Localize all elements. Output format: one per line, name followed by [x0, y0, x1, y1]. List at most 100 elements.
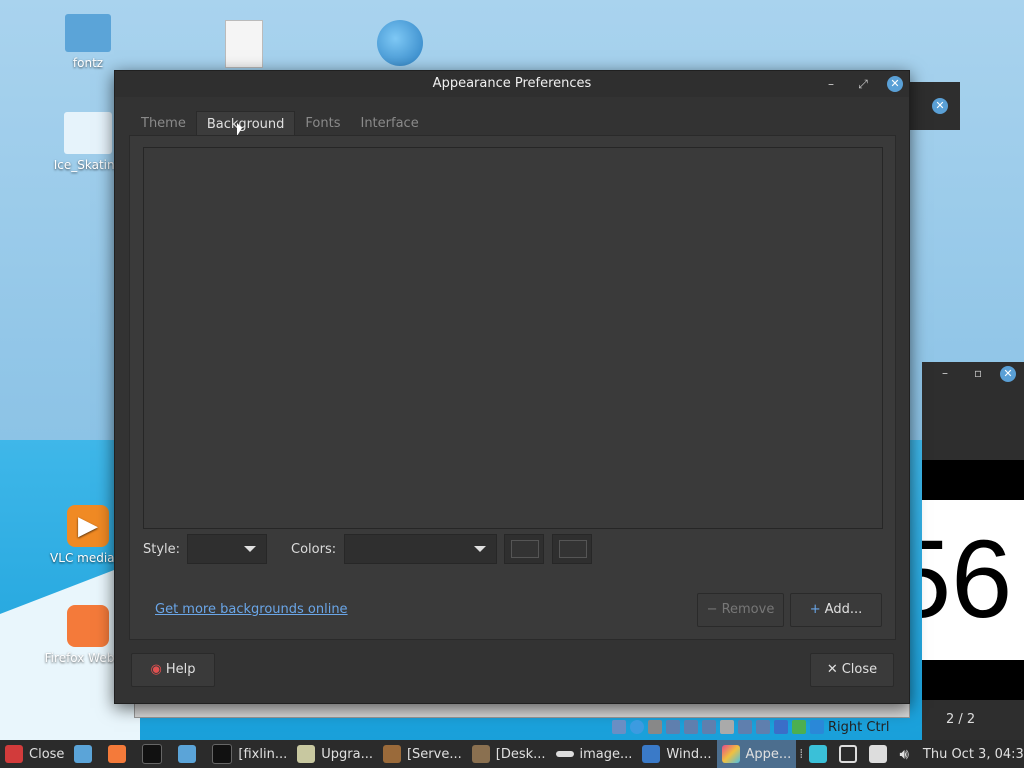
- help-button[interactable]: ◉ Help: [131, 653, 215, 687]
- taskbar-image[interactable]: image...: [551, 740, 638, 768]
- image-content: 56: [922, 500, 1024, 660]
- notification-icon: [839, 745, 858, 763]
- optical-drive-icon[interactable]: [630, 720, 644, 734]
- floppy-icon[interactable]: [648, 720, 662, 734]
- firefox-icon: [108, 745, 127, 763]
- taskbar-server[interactable]: [Serve...: [378, 740, 467, 768]
- display-icon[interactable]: [738, 720, 752, 734]
- secondary-color-button[interactable]: [552, 534, 592, 564]
- appearance-icon: [721, 745, 740, 763]
- shield-icon: [297, 745, 316, 763]
- firefox-icon: [67, 605, 109, 647]
- tab-theme[interactable]: Theme: [131, 111, 196, 137]
- background-list[interactable]: [143, 147, 883, 529]
- volume-icon: 🔊︎: [899, 745, 909, 763]
- minus-icon: −: [706, 602, 718, 617]
- desktop-icon-label: Ice_Skating: [53, 158, 123, 172]
- taskbar-close[interactable]: Close: [0, 740, 69, 768]
- taskbar-clipboard[interactable]: [806, 740, 836, 768]
- colors-label: Colors:: [291, 542, 337, 557]
- taskbar: Close [fixlin... Upgra... [Serve... [Des…: [0, 740, 1024, 768]
- chevron-down-icon: [474, 546, 486, 552]
- mouse-integration-icon[interactable]: [810, 720, 824, 734]
- taskbar-fixlin[interactable]: [fixlin...: [207, 740, 292, 768]
- style-dropdown[interactable]: [187, 534, 267, 564]
- guest-additions-icon[interactable]: [792, 720, 806, 734]
- windows-icon: [642, 745, 661, 763]
- taskbar-clock[interactable]: Thu Oct 3, 04:37: [918, 740, 1024, 768]
- chevron-down-icon: [244, 546, 256, 552]
- globe-download-icon: [377, 20, 423, 66]
- taskbar-item-label: image...: [579, 746, 633, 762]
- taskbar-notifications[interactable]: [836, 740, 866, 768]
- side-window[interactable]: – ▫ ✕ 56 2 / 2: [922, 362, 1024, 740]
- desktop-icon-document[interactable]: [189, 20, 299, 72]
- taskbar-upgrade[interactable]: Upgra...: [292, 740, 378, 768]
- colors-dropdown[interactable]: [344, 534, 497, 564]
- close-button-label: Close: [841, 662, 878, 677]
- tab-bar: Theme Background Fonts Interface: [131, 111, 429, 138]
- minimize-icon[interactable]: –: [823, 76, 839, 92]
- usb-icon[interactable]: [702, 720, 716, 734]
- primary-color-button[interactable]: [504, 534, 544, 564]
- close-icon[interactable]: ✕: [932, 98, 948, 114]
- big-number: 56: [922, 518, 1013, 641]
- background-window[interactable]: ✕: [908, 82, 960, 130]
- desktop-icon-downloader[interactable]: [345, 20, 455, 70]
- lifebuoy-icon: ◉: [150, 662, 162, 677]
- appearance-preferences-window[interactable]: Appearance Preferences – ⤢ ✕ Theme Backg…: [114, 70, 910, 704]
- taskbar-windows[interactable]: Wind...: [637, 740, 716, 768]
- terminal-icon: [142, 744, 163, 764]
- taskbar-files[interactable]: [173, 740, 207, 768]
- title-bar[interactable]: Appearance Preferences – ⤢ ✕: [115, 71, 909, 97]
- shared-folder-icon[interactable]: [720, 720, 734, 734]
- image-frame: 56: [922, 460, 1024, 700]
- close-icon: [5, 745, 23, 763]
- get-more-backgrounds-link[interactable]: Get more backgrounds online: [155, 602, 348, 617]
- vt-x-icon[interactable]: [774, 720, 788, 734]
- tab-interface[interactable]: Interface: [350, 111, 428, 137]
- close-button[interactable]: ✕ Close: [810, 653, 894, 687]
- vlc-play-icon: ▶: [67, 505, 109, 547]
- taskbar-item-label: [Serve...: [406, 746, 462, 762]
- close-icon[interactable]: ✕: [1000, 366, 1016, 382]
- plus-icon: +: [809, 602, 821, 617]
- vm-status-bar: Right Ctrl: [612, 716, 890, 738]
- tab-fonts[interactable]: Fonts: [295, 111, 350, 137]
- taskbar-item-label: Upgra...: [321, 746, 373, 762]
- taskbar-item-label: [fixlin...: [238, 746, 288, 762]
- taskbar-item-label: Close: [29, 746, 65, 762]
- document-icon: [225, 20, 263, 68]
- taskbar-appearance[interactable]: Appe...: [716, 740, 797, 768]
- network-icon[interactable]: [684, 720, 698, 734]
- restore-icon[interactable]: ⤢: [855, 76, 871, 92]
- restore-icon[interactable]: ▫: [974, 366, 982, 380]
- image-icon: [382, 745, 401, 763]
- taskbar-tray-grip: ⁞: [799, 746, 804, 762]
- archive-icon: [471, 745, 490, 763]
- audio-icon[interactable]: [666, 720, 680, 734]
- remove-button[interactable]: − Remove: [697, 593, 784, 627]
- taskbar-update-manager[interactable]: [866, 740, 896, 768]
- desktop-icon-fontz[interactable]: fontz: [33, 14, 143, 70]
- terminal-icon: [212, 744, 233, 764]
- skaters-image-icon: [64, 112, 112, 154]
- folder-icon: [178, 745, 197, 763]
- close-icon: ✕: [826, 662, 838, 677]
- color-swatch: [511, 540, 539, 558]
- recording-icon[interactable]: [756, 720, 770, 734]
- add-button[interactable]: + Add...: [790, 593, 882, 627]
- taskbar-terminal[interactable]: [137, 740, 173, 768]
- dash-icon: [555, 751, 574, 757]
- taskbar-volume[interactable]: 🔊︎: [896, 740, 917, 768]
- taskbar-firefox[interactable]: [103, 740, 137, 768]
- tab-background[interactable]: Background: [195, 111, 296, 138]
- close-icon[interactable]: ✕: [887, 76, 903, 92]
- taskbar-desktop[interactable]: [Desk...: [467, 740, 551, 768]
- desktop-icon-label: fontz: [72, 56, 104, 70]
- help-button-label: Help: [165, 662, 196, 677]
- hard-disk-icon[interactable]: [612, 720, 626, 734]
- minimize-icon[interactable]: –: [942, 366, 948, 380]
- style-label: Style:: [143, 542, 181, 557]
- taskbar-show-desktop[interactable]: [69, 740, 103, 768]
